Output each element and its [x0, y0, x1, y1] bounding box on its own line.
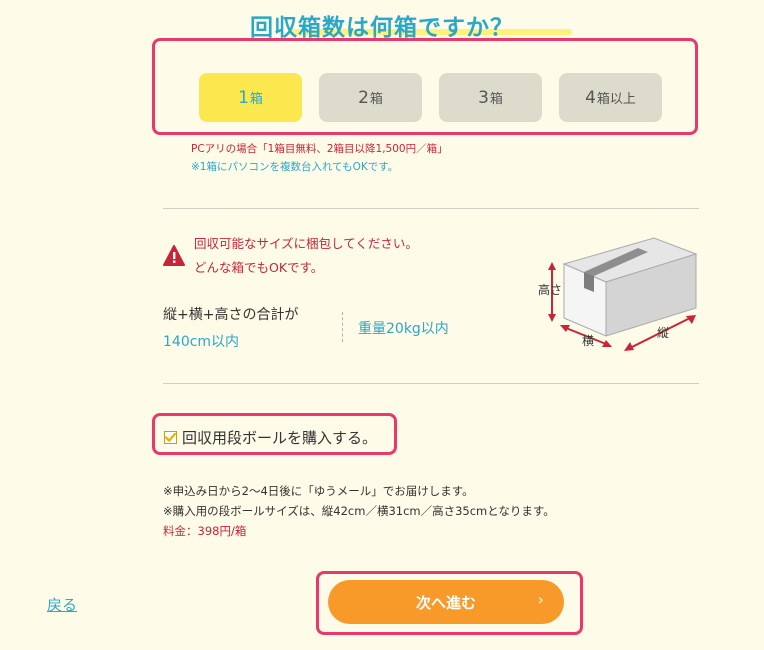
price-note: 料金：398円/箱: [163, 524, 247, 538]
depth-label: 縦: [657, 326, 670, 340]
warning-line-2: どんな箱でもOKです。: [194, 260, 324, 275]
box-option-unit: 箱: [249, 92, 263, 107]
check-icon: [164, 432, 177, 443]
box-option-3[interactable]: 3箱: [439, 73, 542, 122]
box-size-diagram: 高さ 横 縦: [534, 232, 704, 352]
box-option-number: 1: [238, 87, 249, 108]
back-link[interactable]: 戻る: [47, 594, 77, 615]
box-option-unit: 箱以上: [596, 92, 636, 107]
box-option-unit: 箱: [369, 92, 383, 107]
divider: [163, 208, 699, 209]
divider: [163, 383, 699, 384]
size-limit-label: 縦+横+高さの合計が: [163, 307, 299, 323]
pc-price-note: PCアリの場合「1箱目無料、2箱目以降1,500円／箱」: [191, 143, 448, 155]
weight-limit: 重量20kg以内: [358, 321, 449, 337]
size-separator: [342, 312, 343, 342]
page-title: 回収箱数は何箱ですか？: [250, 15, 514, 41]
warning-icon: [163, 245, 185, 267]
box-option-4-plus[interactable]: 4 箱以上: [559, 73, 662, 122]
width-label: 横: [582, 334, 595, 348]
next-button-label: 次へ進む: [415, 593, 476, 612]
size-limit-value: 140cm以内: [163, 334, 240, 350]
box-option-number: 3: [478, 87, 489, 108]
box-option-2[interactable]: 2箱: [319, 73, 422, 122]
purchase-checkbox[interactable]: [164, 431, 177, 444]
delivery-note: ※申込み日から2〜4日後に「ゆうメール」でお届けします。: [163, 484, 474, 498]
pc-multi-note: ※1箱にパソコンを複数台入れてもOKです。: [191, 161, 399, 173]
box-option-1[interactable]: 1箱: [199, 73, 302, 122]
purchase-box-option[interactable]: 回収用段ボールを購入する。: [164, 427, 377, 448]
height-label: 高さ: [538, 283, 563, 297]
chevron-right-icon: ›: [537, 590, 544, 609]
box-size-note: ※購入用の段ボールサイズは、縦42cm／横31cm／高さ35cmとなります。: [163, 504, 555, 518]
next-button[interactable]: 次へ進む ›: [328, 580, 564, 624]
box-option-unit: 箱: [489, 92, 503, 107]
warning-line-1: 回収可能なサイズに梱包してください。: [194, 236, 418, 251]
purchase-label: 回収用段ボールを購入する。: [182, 429, 378, 447]
box-option-number: 4: [585, 87, 596, 108]
box-option-number: 2: [358, 87, 369, 108]
